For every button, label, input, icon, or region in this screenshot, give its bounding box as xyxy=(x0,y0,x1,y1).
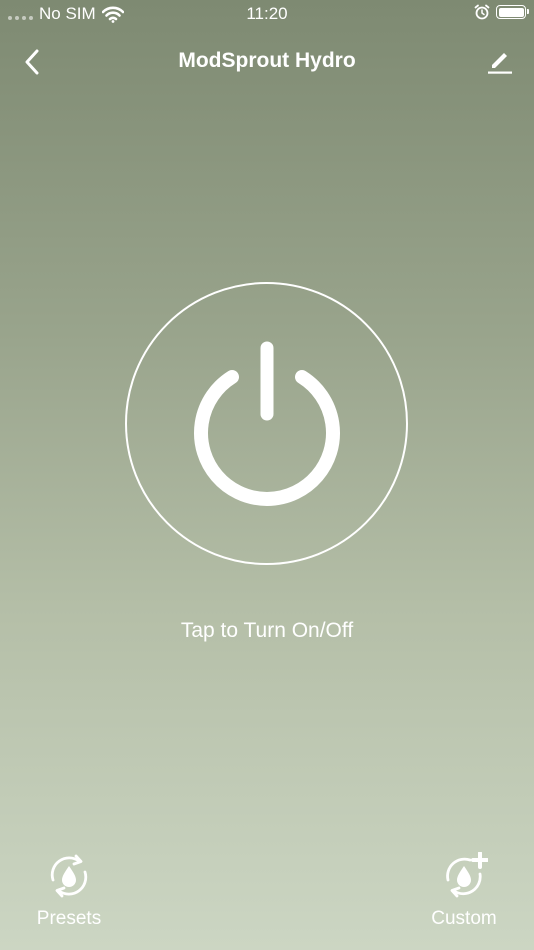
presets-icon xyxy=(50,854,88,898)
nav-bar: ModSprout Hydro xyxy=(0,36,534,86)
status-right xyxy=(474,4,529,20)
edit-button[interactable] xyxy=(482,44,518,80)
custom-button[interactable]: Custom xyxy=(404,852,524,930)
battery-icon xyxy=(496,5,529,19)
page-title: ModSprout Hydro xyxy=(178,49,356,72)
power-hint: Tap to Turn On/Off xyxy=(180,619,354,642)
presets-label: Presets xyxy=(36,908,102,929)
status-time: 11:20 xyxy=(246,4,288,23)
alarm-icon xyxy=(474,4,490,20)
presets-button[interactable]: Presets xyxy=(9,852,129,930)
power-icon xyxy=(193,341,340,506)
custom-icon xyxy=(446,852,488,898)
pencil-icon xyxy=(488,53,512,74)
power-button[interactable] xyxy=(125,282,408,565)
custom-label: Custom xyxy=(431,908,497,929)
status-bar: No SIM 11:20 xyxy=(0,0,534,30)
